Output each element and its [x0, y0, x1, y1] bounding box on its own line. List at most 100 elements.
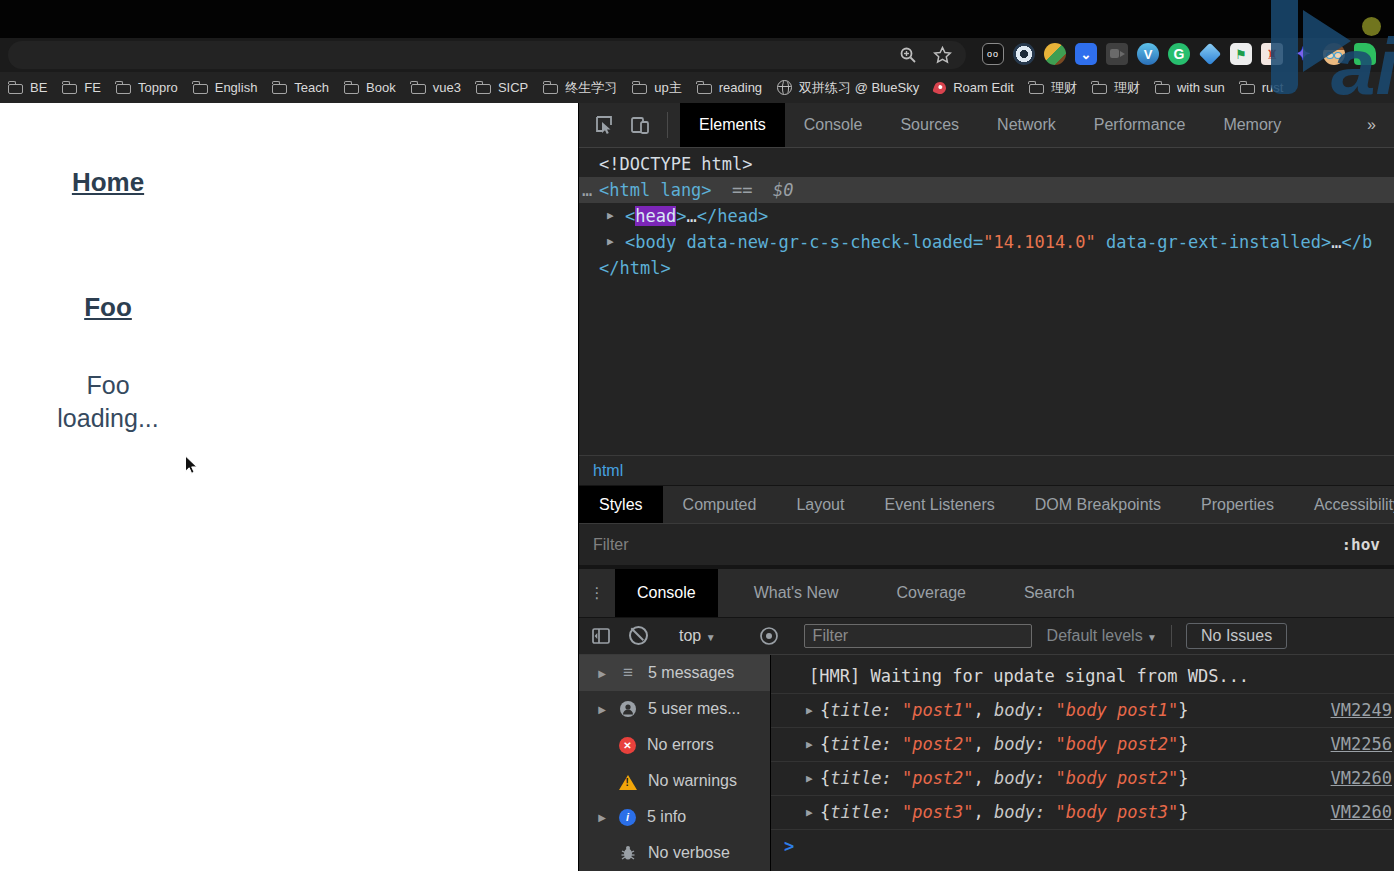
- foo-link[interactable]: Foo: [0, 292, 216, 323]
- tab-performance[interactable]: Performance: [1075, 103, 1205, 147]
- expand-arrow-icon[interactable]: ▶: [596, 812, 608, 823]
- bookmark-folder-with-sun[interactable]: with sun: [1155, 80, 1225, 95]
- source-link[interactable]: VM2260: [1331, 762, 1392, 795]
- expand-arrow-icon[interactable]: ▶: [806, 762, 813, 795]
- bookmark-folder-rust[interactable]: rust: [1240, 80, 1284, 95]
- tab-layout[interactable]: Layout: [776, 486, 864, 524]
- tab-memory[interactable]: Memory: [1204, 103, 1300, 147]
- styles-filter-input[interactable]: Filter: [593, 536, 629, 554]
- tab-event-listeners[interactable]: Event Listeners: [864, 486, 1014, 524]
- html-node[interactable]: … <html lang> == $0: [579, 177, 1394, 203]
- folder-icon: [193, 84, 208, 94]
- drawer-tab-coverage[interactable]: Coverage: [875, 569, 988, 617]
- bookmark-folder-english[interactable]: English: [193, 80, 258, 95]
- drawer-menu-icon[interactable]: ⋮: [579, 584, 615, 602]
- tab-computed[interactable]: Computed: [663, 486, 777, 524]
- bookmark-folder-licai-2[interactable]: 理财: [1092, 79, 1140, 97]
- sidebar-all-messages[interactable]: ▶ ≡ 5 messages: [579, 655, 770, 691]
- bookmark-label: BE: [30, 80, 47, 95]
- sidebar-label: No warnings: [648, 772, 737, 790]
- sidebar-user-messages[interactable]: ▶ 5 user mes...: [579, 691, 770, 727]
- star-extension-icon[interactable]: ✦: [1292, 43, 1314, 65]
- drawer-tab-whats-new[interactable]: What's New: [732, 569, 861, 617]
- html-close-node[interactable]: </html>: [579, 255, 1394, 281]
- bookmark-folder-toppro[interactable]: Toppro: [116, 80, 178, 95]
- bookmark-folder-book[interactable]: Book: [344, 80, 396, 95]
- console-filter-input[interactable]: Filter: [804, 624, 1032, 648]
- expand-arrow-icon[interactable]: ▶: [806, 796, 813, 829]
- more-tabs-icon[interactable]: »: [1367, 116, 1394, 134]
- source-link[interactable]: VM2249: [1331, 694, 1392, 727]
- bookmark-folder-licai-1[interactable]: 理财: [1029, 79, 1077, 97]
- bowl-extension-icon[interactable]: [1044, 43, 1066, 65]
- grammarly-extension-icon[interactable]: G: [1168, 43, 1190, 65]
- bookmark-folder-up[interactable]: up主: [632, 79, 681, 97]
- tab-dom-breakpoints[interactable]: DOM Breakpoints: [1015, 486, 1181, 524]
- bookmark-folder-lifelong[interactable]: 终生学习: [543, 79, 617, 97]
- gem-extension-icon[interactable]: [1199, 43, 1222, 66]
- console-prompt[interactable]: >: [771, 830, 1394, 863]
- bookmark-folder-be[interactable]: BE: [8, 80, 47, 95]
- inspect-element-icon[interactable]: [593, 114, 615, 136]
- context-selector[interactable]: top ▼: [679, 627, 716, 645]
- dark-reader-extension-icon[interactable]: oo: [982, 43, 1004, 65]
- bookmark-folder-reading[interactable]: reading: [697, 80, 762, 95]
- camera-extension-icon[interactable]: [1106, 43, 1128, 65]
- bookmark-folder-teach[interactable]: Teach: [272, 80, 329, 95]
- zoom-icon[interactable]: [899, 46, 917, 64]
- flag-extension-icon[interactable]: ⚑: [1230, 43, 1252, 65]
- bookmark-folder-fe[interactable]: FE: [62, 80, 101, 95]
- tab-accessibility[interactable]: Accessibility: [1294, 486, 1394, 524]
- expand-arrow-icon[interactable]: ▶: [607, 203, 614, 229]
- evernote-extension-icon[interactable]: [1354, 43, 1376, 65]
- console-message-object[interactable]: ▶{title: "post3", body: "body post3"} VM…: [771, 796, 1394, 830]
- sidebar-verbose[interactable]: No verbose: [579, 835, 770, 871]
- console-message-object[interactable]: ▶{title: "post2", body: "body post2"} VM…: [771, 762, 1394, 796]
- device-toolbar-icon[interactable]: [629, 114, 651, 136]
- sidebar-errors[interactable]: ✕ No errors: [579, 727, 770, 763]
- expand-arrow-icon[interactable]: ▶: [806, 694, 813, 727]
- expand-arrow-icon[interactable]: ▶: [596, 668, 608, 679]
- no-issues-button[interactable]: No Issues: [1186, 623, 1287, 649]
- drawer-tab-search[interactable]: Search: [1002, 569, 1097, 617]
- address-bar[interactable]: [8, 41, 966, 69]
- breadcrumb-html[interactable]: html: [593, 462, 623, 480]
- expand-arrow-icon[interactable]: ▶: [596, 704, 608, 715]
- folder-icon: [62, 84, 77, 94]
- collapsed-ellipsis: …: [1331, 232, 1341, 252]
- expand-arrow-icon[interactable]: ▶: [806, 728, 813, 761]
- tab-properties[interactable]: Properties: [1181, 486, 1294, 524]
- bookmark-bluesky[interactable]: 双拼练习 @ BlueSky: [777, 79, 919, 97]
- console-message-object[interactable]: ▶{title: "post2", body: "body post2"} VM…: [771, 728, 1394, 762]
- head-node[interactable]: ▶ <head>…</head>: [579, 203, 1394, 229]
- vimium-extension-icon[interactable]: V: [1137, 43, 1159, 65]
- tab-styles[interactable]: Styles: [579, 486, 663, 524]
- hov-toggle[interactable]: :hov: [1341, 535, 1380, 554]
- bookmark-folder-vue3[interactable]: vue3: [411, 80, 461, 95]
- bookmark-folder-sicp[interactable]: SICP: [476, 80, 528, 95]
- source-link[interactable]: VM2256: [1331, 728, 1392, 761]
- drawer-tab-console[interactable]: Console: [615, 569, 718, 617]
- bookmark-roam-edit[interactable]: Roam Edit: [934, 80, 1014, 95]
- clear-console-icon[interactable]: [629, 626, 649, 646]
- console-sidebar-toggle-icon[interactable]: [591, 626, 611, 646]
- live-expression-eye-icon[interactable]: [758, 626, 778, 646]
- blue-extension-icon[interactable]: ⌄: [1075, 43, 1097, 65]
- ring-extension-icon[interactable]: [1013, 43, 1035, 65]
- bookmark-star-icon[interactable]: [933, 46, 952, 65]
- tab-sources[interactable]: Sources: [881, 103, 978, 147]
- sidebar-info[interactable]: ▶ i 5 info: [579, 799, 770, 835]
- log-levels-selector[interactable]: Default levels ▼: [1047, 627, 1157, 645]
- tab-elements[interactable]: Elements: [680, 103, 785, 147]
- sidebar-warnings[interactable]: ! No warnings: [579, 763, 770, 799]
- expand-arrow-icon[interactable]: ▶: [607, 229, 614, 255]
- red-extension-icon[interactable]: ♜: [1261, 43, 1283, 65]
- tab-console[interactable]: Console: [785, 103, 882, 147]
- body-node[interactable]: ▶ <body data-new-gr-c-s-check-loaded="14…: [579, 229, 1394, 255]
- avatar-extension-icon[interactable]: [1323, 43, 1345, 65]
- source-link[interactable]: VM2260: [1331, 796, 1392, 829]
- console-message-object[interactable]: ▶{title: "post1", body: "body post1"} VM…: [771, 694, 1394, 728]
- tab-network[interactable]: Network: [978, 103, 1075, 147]
- home-link[interactable]: Home: [0, 167, 216, 198]
- doctype-node[interactable]: <!DOCTYPE html>: [579, 151, 1394, 177]
